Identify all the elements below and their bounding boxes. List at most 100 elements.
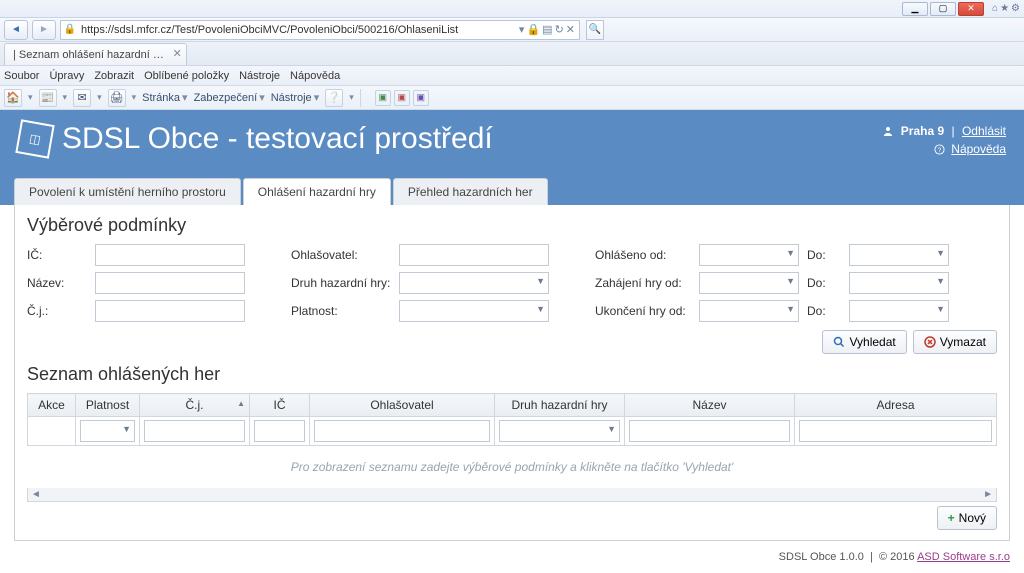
menu-oblibene[interactable]: Oblíbené položky bbox=[144, 70, 229, 82]
close-button[interactable]: ✕ bbox=[958, 2, 984, 16]
filter-button-row: Vyhledat Vymazat bbox=[27, 330, 997, 354]
mail-icon[interactable]: ✉ bbox=[73, 89, 91, 107]
input-zahajeni-od[interactable] bbox=[699, 272, 799, 294]
minimize-button[interactable]: ▁ bbox=[902, 2, 928, 16]
stop-icon[interactable]: ✕ bbox=[566, 23, 575, 36]
col-cj[interactable]: Č.j.▲ bbox=[140, 394, 250, 417]
input-nazev[interactable] bbox=[95, 272, 245, 294]
browser-menubar: Soubor Úpravy Zobrazit Oblíbené položky … bbox=[0, 66, 1024, 86]
input-ic[interactable] bbox=[95, 244, 245, 266]
input-cj[interactable] bbox=[95, 300, 245, 322]
menu-upravy[interactable]: Úpravy bbox=[49, 70, 84, 82]
help-link[interactable]: Nápověda bbox=[951, 142, 1006, 156]
label-zahajeni-od: Zahájení hry od: bbox=[595, 276, 691, 290]
browser-tabbar: | Seznam ohlášení hazardní … ✕ bbox=[0, 42, 1024, 66]
input-ukonceni-od[interactable] bbox=[699, 300, 799, 322]
tab-povoleni[interactable]: Povolení k umístění herního prostoru bbox=[14, 178, 241, 205]
toolbar-zabezpeceni[interactable]: Zabezpečení bbox=[194, 91, 265, 104]
filter-nazev[interactable] bbox=[629, 420, 790, 442]
compat-icon[interactable]: ▤ bbox=[542, 23, 552, 36]
misc-icon-1[interactable]: ▣ bbox=[375, 90, 391, 106]
search-button[interactable]: Vyhledat bbox=[822, 330, 906, 354]
col-platnost[interactable]: Platnost bbox=[76, 394, 140, 417]
home-icon[interactable]: ⌂ bbox=[992, 3, 998, 14]
star-icon[interactable]: ★ bbox=[1000, 3, 1009, 14]
filter-platnost[interactable] bbox=[80, 420, 135, 442]
app-body: Výběrové podmínky IČ: Ohlašovatel: Ohláš… bbox=[14, 205, 1010, 541]
menu-nastroje[interactable]: Nástroje bbox=[239, 70, 280, 82]
col-druh[interactable]: Druh hazardní hry bbox=[495, 394, 625, 417]
maximize-button[interactable]: ▢ bbox=[930, 2, 956, 16]
forward-button[interactable] bbox=[32, 20, 56, 40]
question-icon: ? bbox=[934, 144, 945, 155]
input-ukonceni-do[interactable] bbox=[849, 300, 949, 322]
app-title: SDSL Obce - testovací prostředí bbox=[62, 122, 493, 156]
empty-message: Pro zobrazení seznamu zadejte výběrové p… bbox=[28, 446, 997, 489]
address-bar[interactable]: 🔒 ▾ 🔒 ▤ ↻ ✕ bbox=[60, 20, 580, 40]
filter-adresa[interactable] bbox=[799, 420, 992, 442]
toolbar-nastroje[interactable]: Nástroje bbox=[271, 91, 320, 104]
input-ohlasovatel[interactable] bbox=[399, 244, 549, 266]
app-tabs: Povolení k umístění herního prostoru Ohl… bbox=[0, 178, 1024, 205]
misc-icon-2[interactable]: ▣ bbox=[394, 90, 410, 106]
refresh-icon[interactable]: ↻ bbox=[555, 23, 564, 36]
label-nazev: Název: bbox=[27, 276, 87, 290]
menu-napoveda[interactable]: Nápověda bbox=[290, 70, 340, 82]
ie-toolbar: 🏠 ▾ 📰 ▾ ✉ ▾ 🖨 ▾ Stránka Zabezpečení Nást… bbox=[0, 86, 1024, 110]
col-adresa[interactable]: Adresa bbox=[795, 394, 997, 417]
footer-product: SDSL Obce 1.0.0 bbox=[779, 551, 864, 563]
back-button[interactable] bbox=[4, 20, 28, 40]
ssl-badge-icon[interactable]: 🔒 bbox=[526, 23, 540, 36]
label-druh: Druh hazardní hry: bbox=[291, 276, 391, 290]
tab-close-icon[interactable]: ✕ bbox=[173, 47, 182, 60]
list-title: Seznam ohlášených her bbox=[27, 364, 997, 385]
col-ohlasovatel[interactable]: Ohlašovatel bbox=[310, 394, 495, 417]
tab-ohlaseni[interactable]: Ohlášení hazardní hry bbox=[243, 178, 391, 205]
help-toolbar-icon[interactable]: ❔ bbox=[325, 89, 343, 107]
label-do-2: Do: bbox=[807, 276, 841, 290]
misc-icon-3[interactable]: ▣ bbox=[413, 90, 429, 106]
clear-button[interactable]: Vymazat bbox=[913, 330, 997, 354]
filter-ohlasovatel[interactable] bbox=[314, 420, 490, 442]
url-input[interactable] bbox=[79, 24, 515, 36]
new-button[interactable]: + Nový bbox=[937, 506, 997, 530]
browser-tab[interactable]: | Seznam ohlášení hazardní … ✕ bbox=[4, 43, 187, 65]
table-scrollbar[interactable]: ◄ ► bbox=[27, 488, 997, 502]
footer-vendor-link[interactable]: ASD Software s.r.o bbox=[917, 551, 1010, 563]
print-icon[interactable]: 🖨 bbox=[108, 89, 126, 107]
label-ohlasovatel: Ohlašovatel: bbox=[291, 248, 391, 262]
input-zahajeni-do[interactable] bbox=[849, 272, 949, 294]
input-ohlaseno-od[interactable] bbox=[699, 244, 799, 266]
logout-link[interactable]: Odhlásit bbox=[962, 124, 1006, 138]
search-toggle[interactable] bbox=[586, 20, 604, 40]
clear-button-label: Vymazat bbox=[940, 335, 986, 349]
col-akce[interactable]: Akce bbox=[28, 394, 76, 417]
input-platnost[interactable] bbox=[399, 300, 549, 322]
label-do-3: Do: bbox=[807, 304, 841, 318]
col-nazev[interactable]: Název bbox=[625, 394, 795, 417]
tab-prehled[interactable]: Přehled hazardních her bbox=[393, 178, 548, 205]
feeds-icon[interactable]: 📰 bbox=[39, 89, 57, 107]
input-druh[interactable] bbox=[399, 272, 549, 294]
toolbar-stranka[interactable]: Stránka bbox=[142, 91, 187, 104]
scroll-left-icon[interactable]: ◄ bbox=[31, 489, 41, 500]
tab-label: | Seznam ohlášení hazardní … bbox=[13, 49, 164, 61]
col-ic[interactable]: IČ bbox=[250, 394, 310, 417]
filter-ic[interactable] bbox=[254, 420, 305, 442]
footer-copyright: © 2016 bbox=[879, 551, 915, 563]
app-header: ◫ SDSL Obce - testovací prostředí Praha … bbox=[0, 110, 1024, 178]
input-ohlaseno-do[interactable] bbox=[849, 244, 949, 266]
home-toolbar-icon[interactable]: 🏠 bbox=[4, 89, 22, 107]
label-ukonceni-od: Ukončení hry od: bbox=[595, 304, 691, 318]
label-platnost: Platnost: bbox=[291, 304, 391, 318]
filter-cj[interactable] bbox=[144, 420, 245, 442]
filter-druh[interactable] bbox=[499, 420, 620, 442]
menu-soubor[interactable]: Soubor bbox=[4, 70, 39, 82]
window-titlebar: ▁ ▢ ✕ ⌂ ★ ⚙ bbox=[0, 0, 1024, 18]
url-dropdown-icon[interactable]: ▾ bbox=[519, 23, 525, 36]
menu-zobrazit[interactable]: Zobrazit bbox=[94, 70, 134, 82]
scroll-right-icon[interactable]: ► bbox=[983, 489, 993, 500]
gear-icon[interactable]: ⚙ bbox=[1011, 3, 1020, 14]
user-icon bbox=[882, 125, 894, 137]
browser-navbar: 🔒 ▾ 🔒 ▤ ↻ ✕ bbox=[0, 18, 1024, 42]
